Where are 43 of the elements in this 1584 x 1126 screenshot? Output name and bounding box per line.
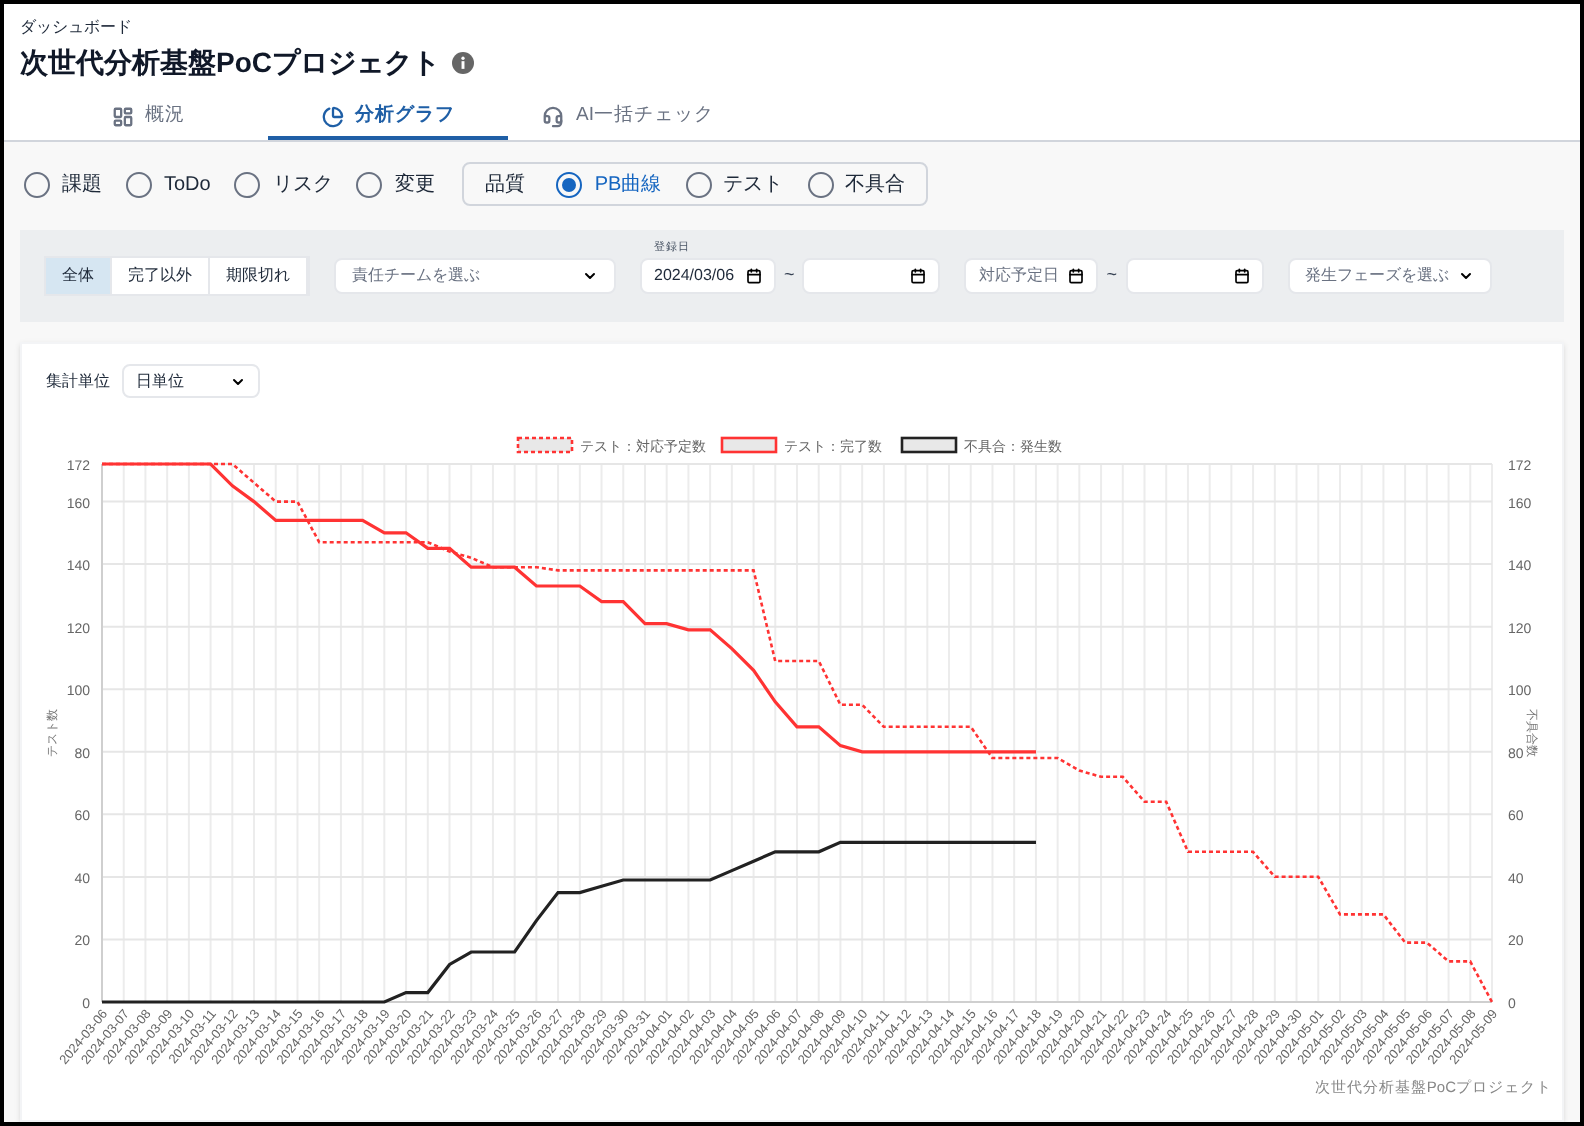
- aggregation-label: 集計単位: [46, 369, 110, 393]
- legend-swatch[interactable]: [720, 436, 778, 454]
- caret-icon: [582, 268, 598, 284]
- radio-label: 変更: [394, 171, 435, 199]
- radio-label: テスト: [723, 171, 784, 199]
- tab[interactable]: 概況: [28, 96, 268, 140]
- tab[interactable]: AI一括チェック: [508, 96, 748, 140]
- radio-label: 不具合: [845, 171, 906, 199]
- radio-button[interactable]: [126, 171, 152, 197]
- pie-chart-icon: [321, 105, 343, 127]
- team-select[interactable]: 責任チームを選ぶ: [334, 258, 616, 294]
- caret-icon: [1457, 268, 1474, 284]
- radio-label: 課題: [62, 171, 102, 199]
- radio-button[interactable]: [685, 171, 712, 197]
- aggregation-select[interactable]: 日単位: [122, 364, 260, 398]
- phase-select[interactable]: 発生フェーズを選ぶ: [1287, 258, 1492, 294]
- radio-label: PB曲線: [594, 171, 662, 199]
- calendar-icon[interactable]: [746, 268, 762, 284]
- headset-icon: [542, 105, 564, 127]
- legend-swatch[interactable]: [900, 436, 958, 454]
- filter-button[interactable]: 全体: [46, 258, 112, 294]
- group-label: 品質: [484, 171, 525, 199]
- radio-button[interactable]: [356, 171, 383, 197]
- breadcrumb[interactable]: ダッシュボード: [20, 20, 1564, 36]
- radio-button[interactable]: [807, 171, 834, 197]
- radio-button[interactable]: [556, 171, 583, 197]
- calendar-icon[interactable]: [1233, 268, 1250, 284]
- calendar-icon[interactable]: [910, 268, 927, 284]
- info-icon[interactable]: [452, 51, 474, 73]
- range-separator: ~: [784, 262, 795, 289]
- calendar-icon[interactable]: [1068, 268, 1085, 284]
- radio-button[interactable]: [234, 171, 261, 197]
- date-field[interactable]: [802, 258, 941, 294]
- legend-swatch[interactable]: [516, 436, 574, 454]
- date-field[interactable]: 対応予定日: [964, 258, 1099, 294]
- radio-label: ToDo: [164, 171, 211, 199]
- range-separator: ~: [1106, 262, 1118, 289]
- radio-button[interactable]: [24, 171, 50, 197]
- caret-icon: [230, 373, 246, 389]
- radio-label: リスク: [272, 171, 333, 199]
- date-field[interactable]: [1125, 258, 1264, 294]
- dashboard-icon: [111, 105, 133, 127]
- page-title: 次世代分析基盤PoCプロジェクト: [20, 48, 440, 76]
